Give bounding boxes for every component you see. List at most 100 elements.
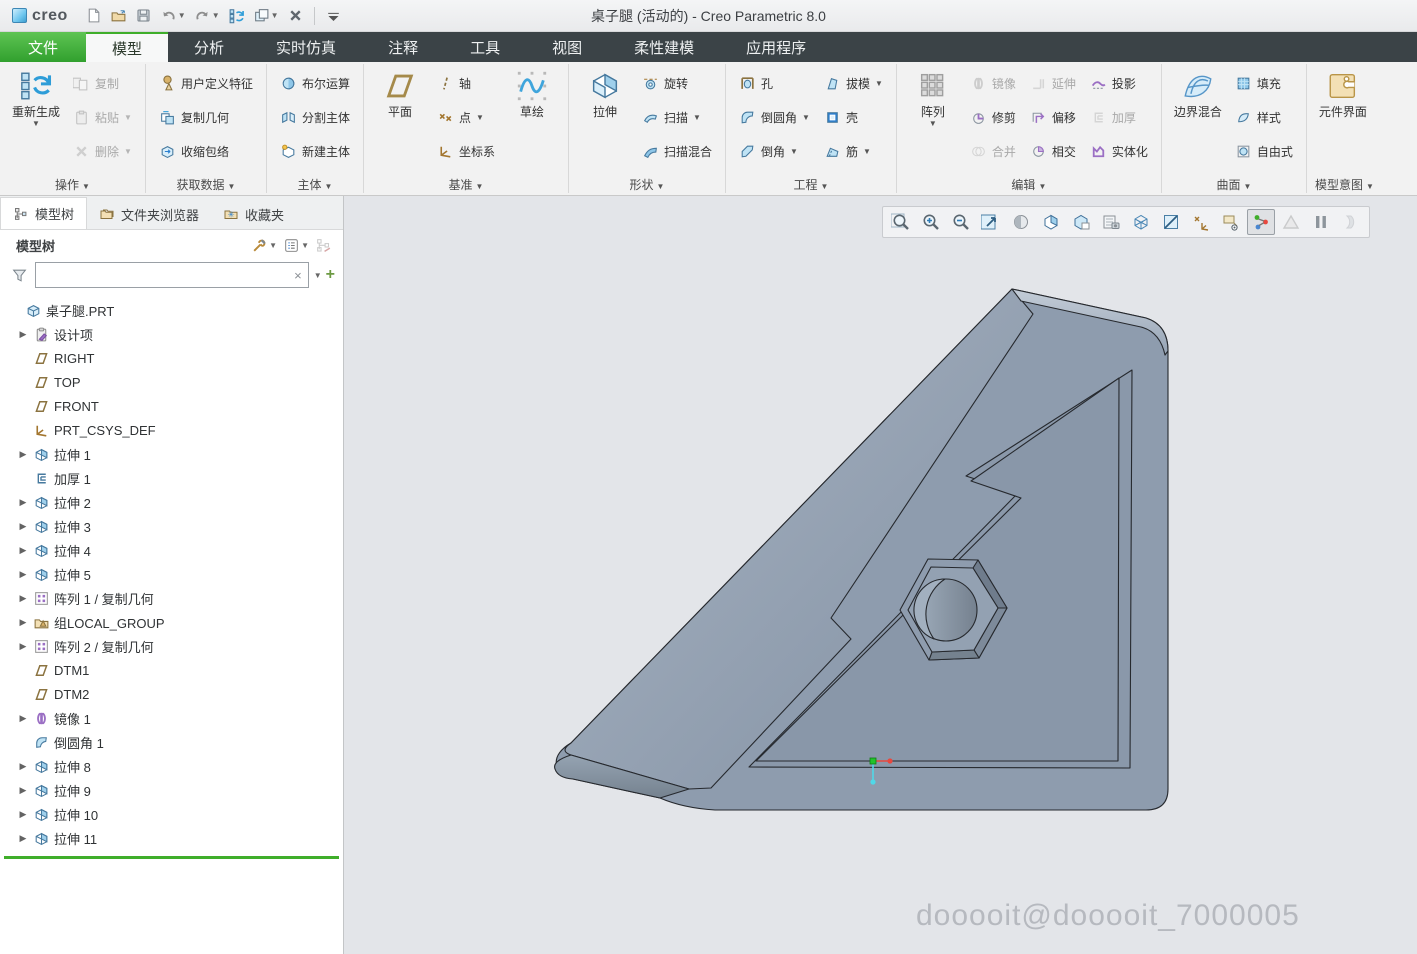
tree-item-组LOCAL_GROUP[interactable]: ▶ 组LOCAL_GROUP [0, 610, 343, 634]
gtoolbar-saved-orientations-button[interactable] [1067, 209, 1095, 235]
tree-item-拉伸 11[interactable]: ▶ 拉伸 11 [0, 826, 343, 850]
tree-item-拉伸 8[interactable]: ▶ 拉伸 8 [0, 754, 343, 778]
ribbon-button-粘贴[interactable]: 粘贴 ▼ [66, 100, 139, 134]
ribbon-button-重新生成[interactable]: 重新生成 ▼ [6, 66, 66, 129]
tree-item-拉伸 4[interactable]: ▶ 拉伸 4 [0, 538, 343, 562]
ribbon-button-轴[interactable]: 轴 [430, 66, 502, 100]
ribbon-button-复制[interactable]: 复制 [66, 66, 139, 100]
tree-settings-button[interactable]: ▼ [280, 235, 312, 256]
tree-item-设计项[interactable]: ▶ 设计项 [0, 322, 343, 346]
gtoolbar-datum-display-button[interactable] [1187, 209, 1215, 235]
ribbon-button-倒角[interactable]: 倒角 ▼ [732, 134, 817, 168]
tree-tools-button[interactable]: ▼ [248, 235, 280, 256]
ribbon-tab-文件[interactable]: 文件 [0, 32, 87, 62]
part-3d-view[interactable] [344, 196, 1416, 954]
tree-item-阵列 2 / 复制几何[interactable]: ▶ 阵列 2 / 复制几何 [0, 634, 343, 658]
ribbon-button-样式[interactable]: 样式 [1228, 100, 1300, 134]
ribbon-group-label[interactable]: 曲面 ▼ [1164, 176, 1304, 195]
tree-item-阵列 1 / 复制几何[interactable]: ▶ 阵列 1 / 复制几何 [0, 586, 343, 610]
ribbon-tab-视图[interactable]: 视图 [526, 32, 608, 62]
ribbon-button-投影[interactable]: 投影 [1083, 66, 1155, 100]
windows-button[interactable]: ▼ [250, 5, 282, 26]
gtoolbar-view-manager-button[interactable] [1097, 209, 1125, 235]
ribbon-tab-柔性建模[interactable]: 柔性建模 [608, 32, 720, 62]
ribbon-button-草绘[interactable]: 草绘 [502, 66, 562, 119]
ribbon-button-用户定义特征[interactable]: 用户定义特征 [152, 66, 260, 100]
gtoolbar-spin-center-button[interactable] [1247, 209, 1275, 235]
ribbon-button-扫描混合[interactable]: 扫描混合 [635, 134, 719, 168]
ribbon-button-筋[interactable]: 筋 ▼ [817, 134, 890, 168]
ribbon-tab-应用程序[interactable]: 应用程序 [720, 32, 832, 62]
ribbon-tab-工具[interactable]: 工具 [444, 32, 526, 62]
gtoolbar-geometry-check-button[interactable] [1277, 209, 1305, 235]
ribbon-button-元件界面[interactable]: 元件界面 [1313, 66, 1373, 119]
ribbon-group-label[interactable]: 工程 ▼ [728, 176, 894, 195]
gtoolbar-resume-button[interactable] [1337, 209, 1365, 235]
tree-panel-tab-模型树[interactable]: 模型树 [0, 197, 88, 229]
ribbon-button-复制几何[interactable]: 复制几何 [152, 100, 260, 134]
tree-item-DTM1[interactable]: DTM1 [0, 658, 343, 682]
clear-search-icon[interactable]: × [294, 268, 302, 283]
ribbon-button-修剪[interactable]: 修剪 [963, 100, 1023, 134]
expand-arrow-icon[interactable]: ▶ [14, 545, 32, 556]
expand-arrow-icon[interactable]: ▶ [14, 617, 32, 628]
undo-button[interactable]: ▼ [157, 5, 189, 26]
ribbon-button-倒圆角[interactable]: 倒圆角 ▼ [732, 100, 817, 134]
ribbon-button-点[interactable]: 点 ▼ [430, 100, 502, 134]
gtoolbar-perspective-button[interactable] [1127, 209, 1155, 235]
expand-arrow-icon[interactable]: ▶ [14, 329, 32, 340]
ribbon-group-label[interactable]: 形状 ▼ [571, 176, 723, 195]
regenerate-quick-button[interactable] [225, 5, 248, 26]
ribbon-button-平面[interactable]: 平面 [370, 66, 430, 119]
expand-arrow-icon[interactable]: ▶ [14, 809, 32, 820]
ribbon-tab-模型[interactable]: 模型 [86, 32, 169, 62]
ribbon-button-延伸[interactable]: 延伸 [1023, 66, 1083, 100]
customize-qat-button[interactable] [322, 5, 345, 26]
gtoolbar-display-style-button[interactable] [1037, 209, 1065, 235]
ribbon-button-填充[interactable]: 填充 [1228, 66, 1300, 100]
ribbon-button-新建主体[interactable]: 新建主体 [273, 134, 357, 168]
tree-item-桌子腿.PRT[interactable]: 桌子腿.PRT [0, 298, 343, 322]
ribbon-button-拉伸[interactable]: 拉伸 [575, 66, 635, 119]
tree-item-拉伸 1[interactable]: ▶ 拉伸 1 [0, 442, 343, 466]
ribbon-group-label[interactable]: 获取数据 ▼ [148, 176, 264, 195]
close-window-button[interactable] [284, 5, 307, 26]
ribbon-button-壳[interactable]: 壳 [817, 100, 890, 134]
tree-panel-tab-收藏夹[interactable]: ✳ 收藏夹 [211, 199, 296, 229]
ribbon-button-合并[interactable]: 合并 [963, 134, 1023, 168]
tree-panel-tab-文件夹浏览器[interactable]: 文件夹浏览器 [87, 199, 211, 229]
gtoolbar-zoom-in-button[interactable] [917, 209, 945, 235]
ribbon-button-扫描[interactable]: 扫描 ▼ [635, 100, 719, 134]
expand-arrow-icon[interactable]: ▶ [14, 833, 32, 844]
ribbon-button-旋转[interactable]: 旋转 [635, 66, 719, 100]
ribbon-button-布尔运算[interactable]: 布尔运算 [273, 66, 357, 100]
ribbon-group-label[interactable]: 基准 ▼ [366, 176, 566, 195]
expand-arrow-icon[interactable]: ▶ [14, 641, 32, 652]
filter-icon[interactable] [8, 265, 31, 286]
tree-show-button[interactable] [312, 235, 335, 256]
gtoolbar-annotation-display-button[interactable] [1217, 209, 1245, 235]
tree-item-拉伸 10[interactable]: ▶ 拉伸 10 [0, 802, 343, 826]
save-button[interactable] [132, 5, 155, 26]
tree-item-拉伸 2[interactable]: ▶ 拉伸 2 [0, 490, 343, 514]
graphics-canvas[interactable]: dooooit@dooooit_7000005 [344, 196, 1417, 954]
ribbon-tab-注释[interactable]: 注释 [362, 32, 444, 62]
ribbon-group-label[interactable]: 模型意图 ▼ [1309, 176, 1380, 195]
gtoolbar-zoom-window-button[interactable] [887, 209, 915, 235]
ribbon-button-阵列[interactable]: 阵列 ▼ [903, 66, 963, 129]
ribbon-group-label[interactable]: 操作 ▼ [2, 176, 143, 195]
ribbon-button-自由式[interactable]: 自由式 [1228, 134, 1300, 168]
new-file-button[interactable] [82, 5, 105, 26]
ribbon-button-收缩包络[interactable]: 收缩包络 [152, 134, 260, 168]
ribbon-group-label[interactable]: 编辑 ▼ [899, 176, 1159, 195]
tree-item-拉伸 3[interactable]: ▶ 拉伸 3 [0, 514, 343, 538]
tree-item-加厚 1[interactable]: 加厚 1 [0, 466, 343, 490]
expand-arrow-icon[interactable]: ▶ [14, 497, 32, 508]
insert-here-indicator[interactable] [4, 856, 339, 859]
tree-item-RIGHT[interactable]: RIGHT [0, 346, 343, 370]
tree-item-拉伸 5[interactable]: ▶ 拉伸 5 [0, 562, 343, 586]
gtoolbar-shading-style-button[interactable] [1007, 209, 1035, 235]
gtoolbar-zoom-out-button[interactable] [947, 209, 975, 235]
gtoolbar-pause-button[interactable] [1307, 209, 1335, 235]
ribbon-button-孔[interactable]: 孔 [732, 66, 817, 100]
